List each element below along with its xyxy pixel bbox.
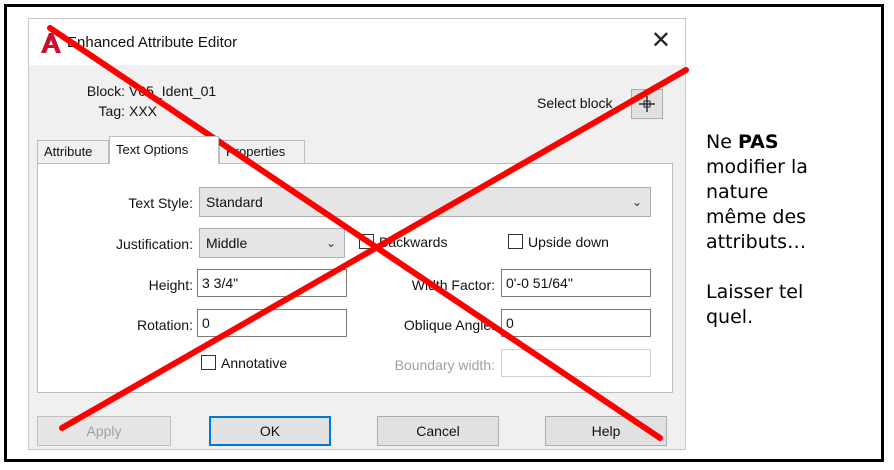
justification-dropdown[interactable]: Middle ⌄ [199,228,345,258]
tab-text-options[interactable]: Text Options [109,136,219,164]
height-label: Height: [148,277,193,293]
annotative-checkbox[interactable] [201,355,216,370]
pick-crosshair-icon [639,96,655,112]
tab-properties[interactable]: Properties [219,140,305,163]
select-block-label: Select block [537,95,613,111]
oblique-angle-input[interactable]: 0 [501,309,651,337]
note-line4: même des [706,206,807,228]
title-bar: Enhanced Attribute Editor ✕ [29,19,685,65]
chevron-down-icon: ⌄ [631,195,642,209]
width-factor-input[interactable]: 0'-0 51/64" [501,269,651,297]
note-line1-prefix: Ne [706,131,738,153]
note-line5: attributs… [706,231,807,253]
ok-button[interactable]: OK [209,416,331,446]
boundary-width-label: Boundary width: [394,357,495,373]
note-line2: modifier la [706,156,808,178]
text-style-label: Text Style: [128,195,193,211]
text-style-dropdown[interactable]: Standard ⌄ [199,187,651,217]
apply-button: Apply [37,416,171,446]
note-line7: quel. [706,306,754,328]
text-style-value: Standard [206,194,263,210]
upside-down-checkbox[interactable] [508,234,523,249]
tag-value: XXX [129,103,158,119]
rotation-input[interactable]: 0 [197,309,347,337]
note-line6: Laisser tel [706,281,804,303]
annotative-label: Annotative [221,355,288,371]
block-value: V05_Ident_01 [129,83,217,99]
justification-value: Middle [206,235,248,251]
note-line1-bold: PAS [737,131,779,153]
rotation-label: Rotation: [136,317,193,333]
upside-down-label: Upside down [528,234,609,250]
tag-label: Tag: [98,103,125,119]
tab-attribute[interactable]: Attribute [37,140,109,163]
boundary-width-input [501,349,651,377]
backwards-checkbox[interactable] [359,234,374,249]
backwards-label: Backwards [379,234,448,250]
instruction-note: Ne PAS modifier la nature même des attri… [706,130,876,330]
close-icon[interactable]: ✕ [651,27,671,55]
block-label: Block: [86,83,125,99]
dialog-title: Enhanced Attribute Editor [67,34,238,51]
cancel-button[interactable]: Cancel [377,416,499,446]
justification-label: Justification: [115,236,193,252]
help-button[interactable]: Help [545,416,667,446]
oblique-angle-label: Oblique Angle: [403,317,495,333]
autocad-a-icon [41,33,61,53]
enhanced-attribute-editor-dialog: Enhanced Attribute Editor ✕ Block: V05_I… [28,18,686,450]
chevron-down-icon: ⌄ [325,236,336,250]
note-line3: nature [706,181,769,203]
width-factor-label: Width Factor: [411,277,495,293]
select-block-button[interactable] [631,89,663,119]
height-input[interactable]: 3 3/4" [197,269,347,297]
